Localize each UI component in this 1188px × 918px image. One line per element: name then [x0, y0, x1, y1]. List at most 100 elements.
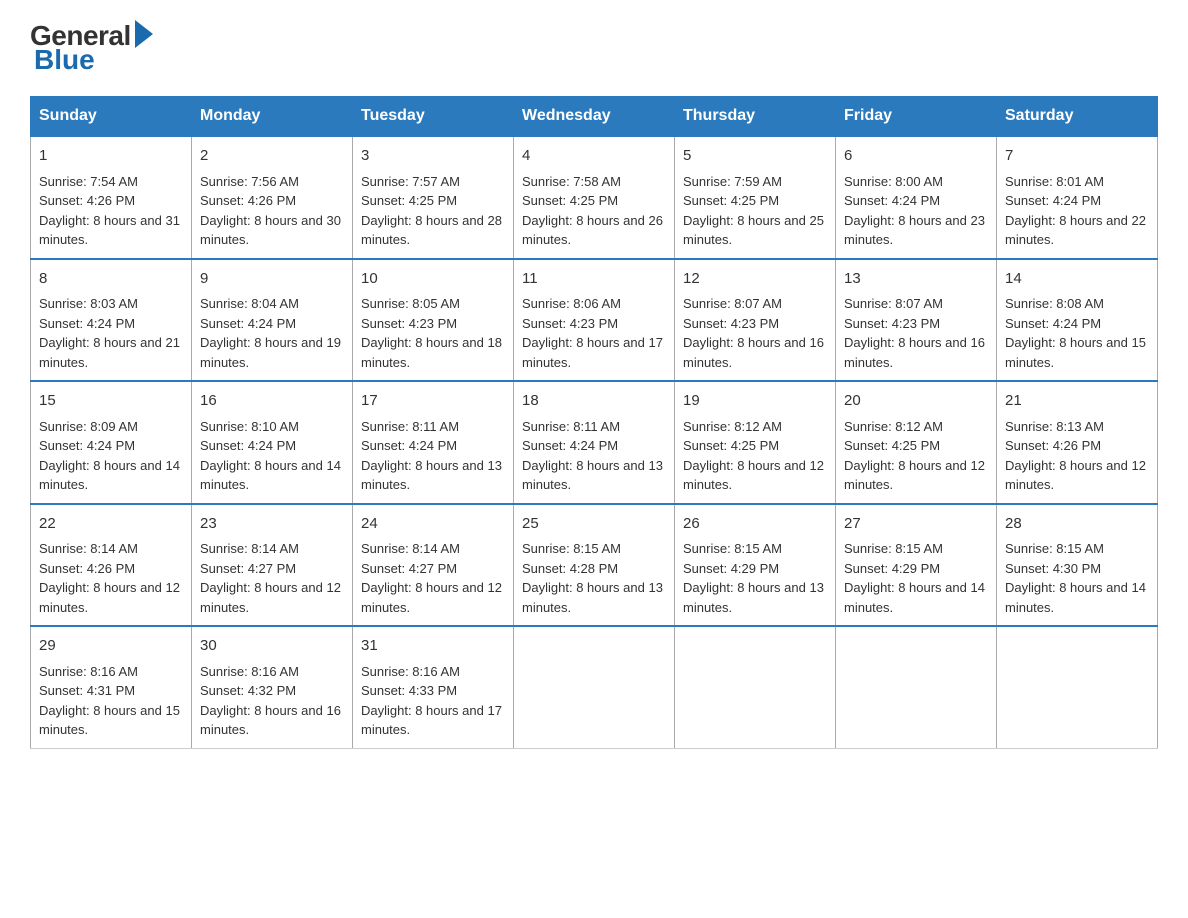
day-number: 6 [844, 145, 988, 168]
day-number: 12 [683, 268, 827, 291]
day-number: 20 [844, 390, 988, 413]
calendar-cell: 18Sunrise: 8:11 AMSunset: 4:24 PMDayligh… [514, 381, 675, 504]
sunrise-text: Sunrise: 8:03 AM [39, 296, 138, 311]
sunset-text: Sunset: 4:27 PM [200, 561, 296, 576]
day-number: 9 [200, 268, 344, 291]
sunset-text: Sunset: 4:33 PM [361, 683, 457, 698]
day-number: 29 [39, 635, 183, 658]
sunrise-text: Sunrise: 8:08 AM [1005, 296, 1104, 311]
calendar-cell: 15Sunrise: 8:09 AMSunset: 4:24 PMDayligh… [31, 381, 192, 504]
col-saturday: Saturday [997, 97, 1158, 137]
day-number: 23 [200, 513, 344, 536]
day-number: 17 [361, 390, 505, 413]
daylight-text: Daylight: 8 hours and 17 minutes. [522, 335, 663, 370]
sunrise-text: Sunrise: 8:10 AM [200, 419, 299, 434]
calendar-week-row: 8Sunrise: 8:03 AMSunset: 4:24 PMDaylight… [31, 259, 1158, 382]
daylight-text: Daylight: 8 hours and 18 minutes. [361, 335, 502, 370]
sunset-text: Sunset: 4:26 PM [39, 561, 135, 576]
col-tuesday: Tuesday [353, 97, 514, 137]
day-number: 11 [522, 268, 666, 291]
col-sunday: Sunday [31, 97, 192, 137]
sunrise-text: Sunrise: 8:16 AM [39, 664, 138, 679]
col-wednesday: Wednesday [514, 97, 675, 137]
daylight-text: Daylight: 8 hours and 12 minutes. [683, 458, 824, 493]
sunrise-text: Sunrise: 8:13 AM [1005, 419, 1104, 434]
daylight-text: Daylight: 8 hours and 15 minutes. [1005, 335, 1146, 370]
sunrise-text: Sunrise: 8:12 AM [683, 419, 782, 434]
day-number: 27 [844, 513, 988, 536]
daylight-text: Daylight: 8 hours and 16 minutes. [844, 335, 985, 370]
sunset-text: Sunset: 4:26 PM [1005, 438, 1101, 453]
sunset-text: Sunset: 4:25 PM [522, 193, 618, 208]
sunset-text: Sunset: 4:28 PM [522, 561, 618, 576]
sunrise-text: Sunrise: 8:16 AM [361, 664, 460, 679]
sunset-text: Sunset: 4:23 PM [522, 316, 618, 331]
calendar-cell [514, 626, 675, 748]
sunrise-text: Sunrise: 8:05 AM [361, 296, 460, 311]
sunrise-text: Sunrise: 8:14 AM [39, 541, 138, 556]
calendar-cell: 31Sunrise: 8:16 AMSunset: 4:33 PMDayligh… [353, 626, 514, 748]
sunrise-text: Sunrise: 8:09 AM [39, 419, 138, 434]
logo: General Blue [30, 20, 153, 76]
calendar-cell: 11Sunrise: 8:06 AMSunset: 4:23 PMDayligh… [514, 259, 675, 382]
day-number: 10 [361, 268, 505, 291]
daylight-text: Daylight: 8 hours and 13 minutes. [522, 458, 663, 493]
day-number: 26 [683, 513, 827, 536]
calendar-table: Sunday Monday Tuesday Wednesday Thursday… [30, 96, 1158, 749]
calendar-cell: 25Sunrise: 8:15 AMSunset: 4:28 PMDayligh… [514, 504, 675, 627]
calendar-cell: 22Sunrise: 8:14 AMSunset: 4:26 PMDayligh… [31, 504, 192, 627]
daylight-text: Daylight: 8 hours and 12 minutes. [1005, 458, 1146, 493]
calendar-cell: 4Sunrise: 7:58 AMSunset: 4:25 PMDaylight… [514, 136, 675, 259]
sunset-text: Sunset: 4:25 PM [844, 438, 940, 453]
sunset-text: Sunset: 4:24 PM [39, 438, 135, 453]
day-number: 4 [522, 145, 666, 168]
page-header: General Blue [30, 20, 1158, 76]
calendar-cell: 20Sunrise: 8:12 AMSunset: 4:25 PMDayligh… [836, 381, 997, 504]
day-number: 3 [361, 145, 505, 168]
sunrise-text: Sunrise: 7:54 AM [39, 174, 138, 189]
daylight-text: Daylight: 8 hours and 17 minutes. [361, 703, 502, 738]
calendar-cell: 7Sunrise: 8:01 AMSunset: 4:24 PMDaylight… [997, 136, 1158, 259]
daylight-text: Daylight: 8 hours and 16 minutes. [200, 703, 341, 738]
day-number: 24 [361, 513, 505, 536]
sunrise-text: Sunrise: 8:07 AM [683, 296, 782, 311]
sunset-text: Sunset: 4:23 PM [361, 316, 457, 331]
calendar-cell: 13Sunrise: 8:07 AMSunset: 4:23 PMDayligh… [836, 259, 997, 382]
sunrise-text: Sunrise: 8:15 AM [683, 541, 782, 556]
daylight-text: Daylight: 8 hours and 30 minutes. [200, 213, 341, 248]
sunrise-text: Sunrise: 8:14 AM [361, 541, 460, 556]
sunset-text: Sunset: 4:24 PM [1005, 193, 1101, 208]
calendar-cell: 23Sunrise: 8:14 AMSunset: 4:27 PMDayligh… [192, 504, 353, 627]
daylight-text: Daylight: 8 hours and 23 minutes. [844, 213, 985, 248]
daylight-text: Daylight: 8 hours and 13 minutes. [522, 580, 663, 615]
sunset-text: Sunset: 4:25 PM [361, 193, 457, 208]
calendar-cell: 24Sunrise: 8:14 AMSunset: 4:27 PMDayligh… [353, 504, 514, 627]
calendar-cell: 26Sunrise: 8:15 AMSunset: 4:29 PMDayligh… [675, 504, 836, 627]
daylight-text: Daylight: 8 hours and 22 minutes. [1005, 213, 1146, 248]
sunrise-text: Sunrise: 8:11 AM [522, 419, 620, 434]
sunrise-text: Sunrise: 8:12 AM [844, 419, 943, 434]
sunrise-text: Sunrise: 8:14 AM [200, 541, 299, 556]
daylight-text: Daylight: 8 hours and 15 minutes. [39, 703, 180, 738]
day-number: 22 [39, 513, 183, 536]
calendar-cell [997, 626, 1158, 748]
col-monday: Monday [192, 97, 353, 137]
logo-triangle-icon [135, 20, 153, 48]
daylight-text: Daylight: 8 hours and 16 minutes. [683, 335, 824, 370]
sunrise-text: Sunrise: 7:56 AM [200, 174, 299, 189]
daylight-text: Daylight: 8 hours and 28 minutes. [361, 213, 502, 248]
calendar-cell: 30Sunrise: 8:16 AMSunset: 4:32 PMDayligh… [192, 626, 353, 748]
day-number: 1 [39, 145, 183, 168]
calendar-cell: 29Sunrise: 8:16 AMSunset: 4:31 PMDayligh… [31, 626, 192, 748]
sunrise-text: Sunrise: 8:11 AM [361, 419, 459, 434]
calendar-cell: 28Sunrise: 8:15 AMSunset: 4:30 PMDayligh… [997, 504, 1158, 627]
col-thursday: Thursday [675, 97, 836, 137]
sunset-text: Sunset: 4:23 PM [844, 316, 940, 331]
day-number: 2 [200, 145, 344, 168]
calendar-header-row: Sunday Monday Tuesday Wednesday Thursday… [31, 97, 1158, 137]
calendar-week-row: 29Sunrise: 8:16 AMSunset: 4:31 PMDayligh… [31, 626, 1158, 748]
day-number: 19 [683, 390, 827, 413]
day-number: 14 [1005, 268, 1149, 291]
daylight-text: Daylight: 8 hours and 12 minutes. [361, 580, 502, 615]
calendar-cell: 2Sunrise: 7:56 AMSunset: 4:26 PMDaylight… [192, 136, 353, 259]
